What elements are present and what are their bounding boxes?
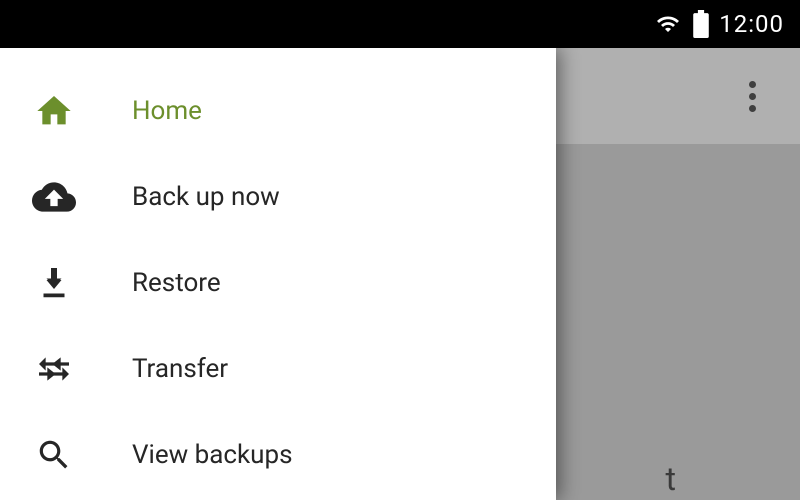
download-icon [30,265,78,301]
drawer-item-transfer[interactable]: Transfer [0,326,556,412]
drawer-item-view-backups[interactable]: View backups [0,412,556,498]
search-icon [30,436,78,474]
overflow-menu-button[interactable] [728,72,776,120]
background-partial-text: t [666,460,676,498]
drawer-item-home[interactable]: Home [0,68,556,154]
wifi-icon [653,12,683,36]
more-vert-icon [749,81,756,112]
navigation-drawer: Home Back up now Restore Transfer View b [0,48,556,500]
transfer-icon [30,349,78,389]
content-area: t Home Back up now Restore Transfer [0,48,800,500]
drawer-item-label: Home [132,96,202,126]
status-bar: 12:00 [0,0,800,48]
status-bar-clock: 12:00 [719,10,784,38]
drawer-item-label: Transfer [132,354,228,384]
drawer-item-label: Restore [132,268,221,298]
drawer-item-restore[interactable]: Restore [0,240,556,326]
drawer-item-label: Back up now [132,182,280,212]
home-icon [30,91,78,131]
drawer-item-backup-now[interactable]: Back up now [0,154,556,240]
drawer-item-label: View backups [132,440,293,470]
battery-icon [693,10,709,38]
cloud-upload-icon [30,175,78,219]
